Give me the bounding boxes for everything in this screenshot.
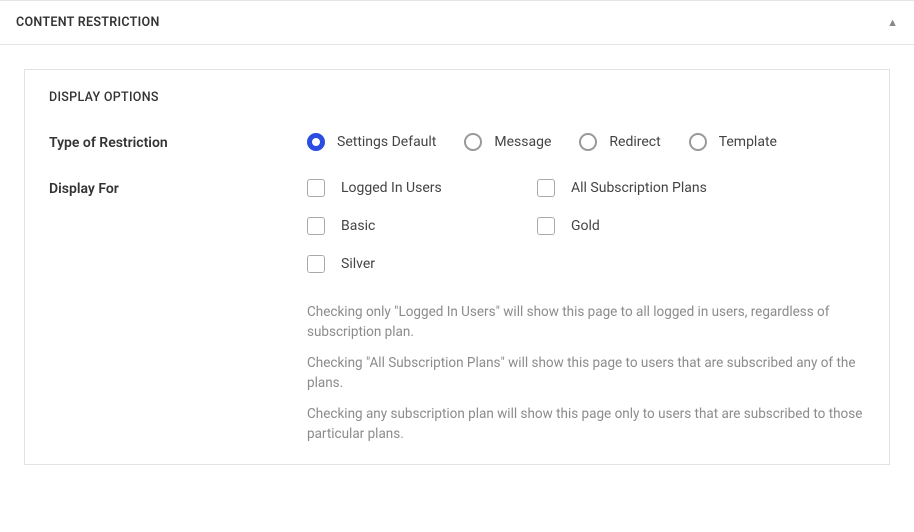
checkbox-gold[interactable]: Gold [537, 217, 865, 235]
help-paragraph: Checking "All Subscription Plans" will s… [307, 354, 865, 393]
radio-icon [307, 133, 325, 151]
radio-label: Message [494, 134, 551, 150]
checkbox-all-subscription-plans[interactable]: All Subscription Plans [537, 179, 865, 197]
checkbox-label: Gold [571, 218, 600, 234]
restriction-radio-group: Settings Default Message Redirect Templa… [307, 133, 865, 151]
field-row-display-for: Display For Logged In Users All Subscrip… [49, 179, 865, 444]
radio-icon [464, 133, 482, 151]
help-text: Checking only "Logged In Users" will sho… [307, 303, 865, 444]
checkbox-label: Silver [341, 256, 375, 272]
panel-header[interactable]: CONTENT RESTRICTION ▲ [0, 0, 914, 45]
checkbox-icon [307, 217, 325, 235]
collapse-icon: ▲ [887, 16, 898, 29]
checkbox-label: Basic [341, 218, 375, 234]
radio-message[interactable]: Message [464, 133, 551, 151]
checkbox-label: Logged In Users [341, 180, 442, 196]
radio-icon [579, 133, 597, 151]
field-label-display-for: Display For [49, 179, 307, 444]
checkbox-silver[interactable]: Silver [307, 255, 537, 273]
checkbox-icon [537, 217, 555, 235]
checkbox-label: All Subscription Plans [571, 180, 707, 196]
checkbox-icon [537, 179, 555, 197]
display-for-group: Logged In Users All Subscription Plans B… [307, 179, 865, 444]
radio-template[interactable]: Template [689, 133, 777, 151]
help-paragraph: Checking any subscription plan will show… [307, 405, 865, 444]
radio-icon [689, 133, 707, 151]
panel-body: DISPLAY OPTIONS Type of Restriction Sett… [24, 69, 890, 465]
checkbox-icon [307, 255, 325, 273]
field-label-restriction: Type of Restriction [49, 133, 307, 151]
checkbox-logged-in-users[interactable]: Logged In Users [307, 179, 537, 197]
radio-label: Template [719, 134, 777, 150]
panel-title: CONTENT RESTRICTION [16, 15, 160, 30]
radio-label: Redirect [609, 134, 660, 150]
checkbox-basic[interactable]: Basic [307, 217, 537, 235]
section-title: DISPLAY OPTIONS [49, 90, 865, 105]
help-paragraph: Checking only "Logged In Users" will sho… [307, 303, 865, 342]
radio-redirect[interactable]: Redirect [579, 133, 660, 151]
radio-settings-default[interactable]: Settings Default [307, 133, 436, 151]
field-row-restriction: Type of Restriction Settings Default Mes… [49, 133, 865, 151]
checkbox-icon [307, 179, 325, 197]
radio-label: Settings Default [337, 134, 436, 150]
